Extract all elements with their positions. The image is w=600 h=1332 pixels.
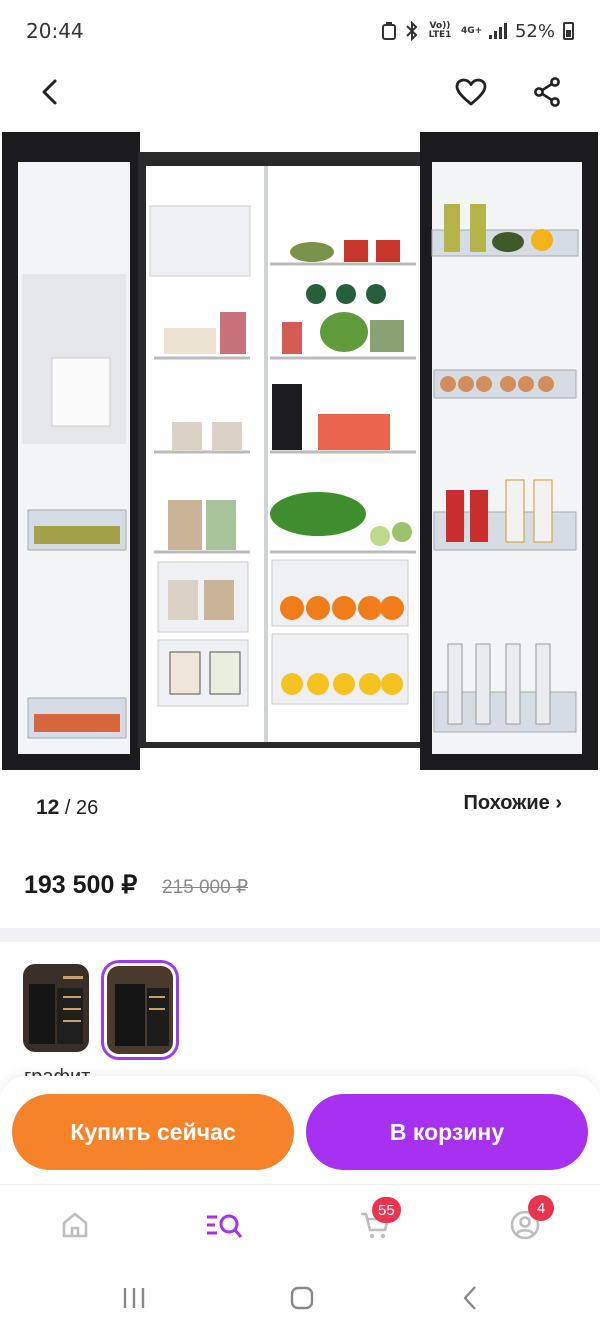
old-price: 215 000 ₽	[162, 877, 249, 898]
share-button[interactable]	[523, 68, 571, 116]
network-type-label: 4G+	[460, 25, 483, 36]
heart-icon	[455, 78, 487, 106]
variant-thumbnail-selected[interactable]	[101, 960, 179, 1060]
add-to-cart-button[interactable]: В корзину	[306, 1094, 588, 1170]
variant-thumbnail[interactable]	[23, 964, 89, 1052]
bluetooth-icon	[406, 21, 418, 41]
home-icon	[62, 1212, 88, 1238]
home-nav-icon	[290, 1286, 314, 1310]
recycle-icon	[381, 22, 396, 40]
profile-badge: 4	[528, 1195, 554, 1221]
buy-now-button[interactable]: Купить сейчас	[12, 1094, 294, 1170]
section-divider	[0, 928, 600, 942]
battery-percent: 52%	[514, 20, 555, 42]
tab-home[interactable]	[53, 1203, 97, 1247]
tab-catalog[interactable]	[202, 1203, 246, 1247]
top-bar	[0, 62, 600, 122]
share-icon	[534, 77, 560, 107]
current-price: 193 500 ₽	[24, 871, 138, 899]
recent-apps-icon	[123, 1288, 145, 1308]
image-counter: 12 / 26	[36, 796, 98, 820]
back-nav-icon	[463, 1286, 476, 1310]
product-image-fridge	[2, 132, 598, 770]
volte-label: Vo)) LTE1	[428, 21, 452, 40]
signal-icon	[488, 23, 507, 39]
similar-link[interactable]: Похожие ›	[464, 792, 563, 815]
variant-selector: графит	[0, 942, 600, 1092]
back-nav-button[interactable]	[450, 1282, 490, 1314]
action-panel: Купить сейчас В корзину	[0, 1076, 600, 1184]
home-nav-button[interactable]	[282, 1282, 322, 1314]
cart-badge: 55	[372, 1197, 401, 1223]
back-arrow-icon	[42, 79, 57, 105]
image-counter-total: / 26	[64, 797, 99, 819]
back-button[interactable]	[26, 68, 74, 116]
gallery-footer: 12 / 26 Похожие ›	[0, 782, 600, 830]
price-card: 193 500 ₽ 215 000 ₽	[0, 830, 600, 930]
status-time: 20:44	[26, 19, 84, 43]
favorite-button[interactable]	[447, 68, 495, 116]
variant-thumbnail-image	[107, 966, 173, 1054]
system-nav-bar	[0, 1264, 600, 1332]
recent-apps-button[interactable]	[114, 1282, 154, 1314]
catalog-search-icon	[207, 1214, 243, 1238]
image-counter-current: 12	[36, 796, 60, 819]
status-bar: 20:44 Vo)) LTE1 4G+ 52%	[0, 0, 600, 62]
variant-thumbnail-image	[23, 964, 89, 1052]
status-indicators: Vo)) LTE1 4G+ 52%	[381, 21, 574, 42]
bottom-tab-bar: 55 4	[0, 1184, 600, 1264]
product-image-gallery[interactable]	[0, 122, 600, 782]
battery-icon	[563, 22, 574, 40]
